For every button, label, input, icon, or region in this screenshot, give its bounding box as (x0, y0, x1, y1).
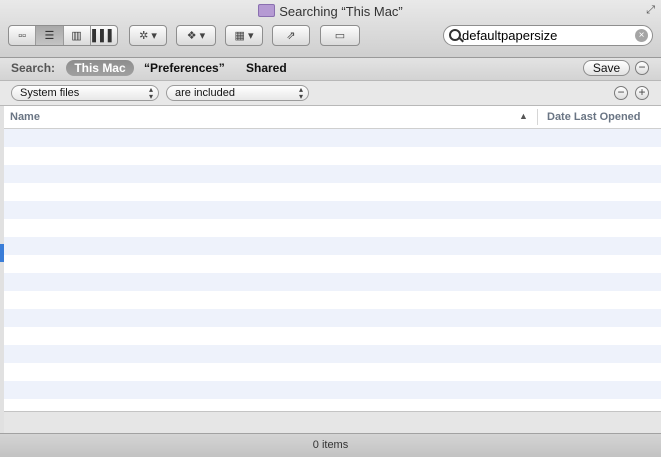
arrange-menu-button[interactable]: ▦ ▾ (225, 25, 263, 46)
attribute-popup[interactable]: System files ▴ ▾ (11, 85, 159, 101)
empty-row (4, 381, 661, 399)
scope-this-mac[interactable]: This Mac (66, 60, 134, 76)
empty-row (4, 183, 661, 201)
list-view-button[interactable]: ☰ (36, 26, 64, 45)
empty-row (4, 327, 661, 345)
empty-row (4, 129, 661, 147)
search-input[interactable] (462, 27, 632, 44)
status-bar: 0 items (0, 433, 661, 457)
empty-row (4, 273, 661, 291)
clear-search-icon[interactable]: × (635, 29, 648, 42)
path-bar (4, 411, 661, 434)
title-bar: Searching “This Mac” ⤢ ▫▫ ☰ ▥ ▌▌▌ ✲ ▾ ❖ … (0, 0, 661, 58)
search-icon (449, 29, 461, 41)
column-header-name[interactable]: Name (10, 111, 40, 123)
column-divider[interactable] (537, 109, 538, 125)
empty-row (4, 147, 661, 165)
tag-button[interactable]: ▭ (320, 25, 360, 46)
smart-folder-icon (258, 4, 276, 17)
window-title-text: Searching “This Mac” (279, 4, 403, 19)
gear-icon: ✲ ▾ (139, 30, 157, 42)
empty-row (4, 237, 661, 255)
search-criteria-row: System files ▴ ▾ are included ▴ ▾ − + (0, 81, 661, 106)
remove-search-icon[interactable]: − (635, 61, 649, 75)
share-button[interactable]: ⇗ (272, 25, 310, 46)
tag-icon: ▭ (334, 30, 346, 42)
search-scope-bar: Search: This Mac “Preferences” Shared Sa… (0, 58, 661, 81)
window-title: Searching “This Mac” (0, 4, 661, 19)
column-view-button[interactable]: ▥ (64, 26, 91, 45)
view-mode-segmented-control: ▫▫ ☰ ▥ ▌▌▌ (8, 25, 118, 46)
empty-row (4, 309, 661, 327)
search-field[interactable]: × (443, 25, 653, 46)
empty-row (4, 399, 661, 411)
coverflow-view-button[interactable]: ▌▌▌ (91, 26, 117, 45)
empty-row (4, 165, 661, 183)
operator-popup[interactable]: are included ▴ ▾ (166, 85, 309, 101)
grid-icon: ▫▫ (18, 29, 27, 42)
sort-ascending-icon: ▲ (519, 111, 528, 121)
updown-arrows-icon: ▴ ▾ (148, 85, 153, 101)
search-scope-label: Search: (11, 61, 56, 75)
column-header-date-last-opened[interactable]: Date Last Opened (547, 111, 641, 123)
updown-arrows-icon: ▴ ▾ (298, 85, 303, 101)
finder-window: Searching “This Mac” ⤢ ▫▫ ☰ ▥ ▌▌▌ ✲ ▾ ❖ … (0, 0, 661, 457)
icon-view-button[interactable]: ▫▫ (9, 26, 37, 45)
fullscreen-icon[interactable]: ⤢ (646, 4, 655, 17)
item-count: 0 items (312, 439, 349, 451)
list-icon: ☰ (44, 30, 55, 42)
coverflow-icon: ▌▌▌ (92, 29, 116, 42)
empty-row (4, 291, 661, 309)
dropbox-menu-button[interactable]: ❖ ▾ (176, 25, 216, 46)
dropbox-icon: ❖ ▾ (186, 30, 206, 42)
scope-preferences[interactable]: “Preferences” (144, 61, 225, 75)
empty-row (4, 219, 661, 237)
operator-value: are included (175, 87, 235, 99)
attribute-value: System files (20, 87, 80, 99)
save-search-button[interactable]: Save (583, 60, 630, 76)
share-icon: ⇗ (286, 30, 296, 42)
results-table-header: Name ▲ Date Last Opened (4, 106, 661, 129)
empty-row (4, 363, 661, 381)
scope-shared[interactable]: Shared (246, 61, 287, 75)
columns-icon: ▥ (71, 30, 82, 42)
empty-row (4, 345, 661, 363)
results-list[interactable] (4, 129, 661, 411)
empty-row (4, 201, 661, 219)
action-menu-button[interactable]: ✲ ▾ (129, 25, 167, 46)
empty-row (4, 255, 661, 273)
add-criteria-icon[interactable]: + (635, 86, 649, 100)
remove-criteria-icon[interactable]: − (614, 86, 628, 100)
arrange-icon: ▦ ▾ (234, 30, 254, 42)
